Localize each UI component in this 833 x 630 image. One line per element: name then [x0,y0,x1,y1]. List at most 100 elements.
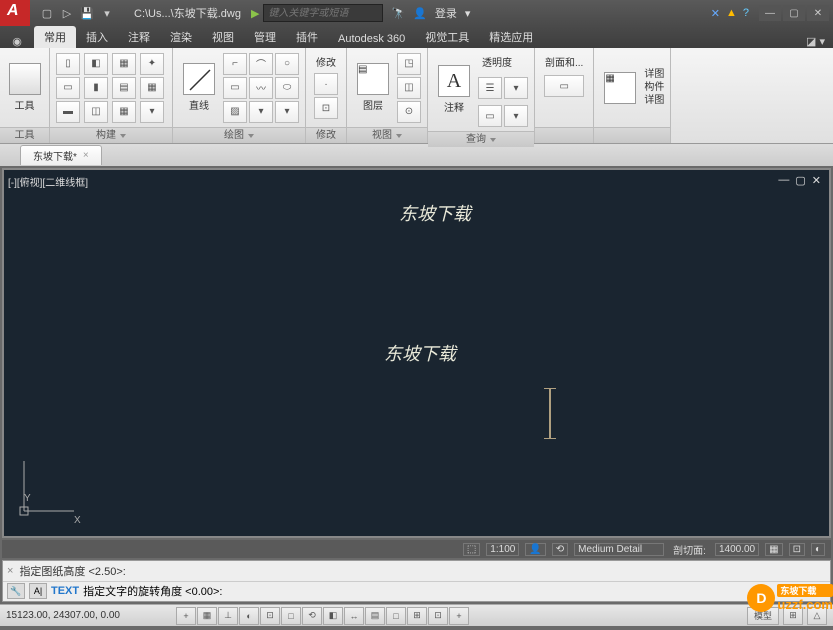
sb-lwt[interactable]: ▤ [365,607,385,625]
sb-otrack[interactable]: ⟲ [302,607,322,625]
detail-button[interactable]: ▦ [600,58,640,118]
tab-manage[interactable]: 管理 [244,26,286,48]
vp-s3[interactable]: ◐ [811,543,825,556]
sb-tpy[interactable]: □ [386,607,406,625]
arc-button[interactable]: ⌒ [249,53,273,75]
roof-button[interactable]: ✦ [140,53,164,75]
close-tab-icon[interactable]: × [83,150,89,161]
a2[interactable]: ▾ [504,77,528,99]
mass-button[interactable]: ▦ [112,101,136,123]
qat-save-icon[interactable]: 💾 [78,4,96,22]
window-button[interactable]: ▦ [112,53,136,75]
v3-button[interactable]: ⊙ [397,101,421,123]
vp-close-icon[interactable]: ✕ [812,174,821,187]
point-button[interactable]: ▾ [249,101,273,123]
tab-render[interactable]: 渲染 [160,26,202,48]
sb-ortho[interactable]: ⊥ [218,607,238,625]
scale-value[interactable]: 1:100 [486,543,519,556]
sb-3dosnap[interactable]: □ [281,607,301,625]
close-button[interactable]: ✕ [807,5,829,21]
stair-button[interactable]: ▤ [112,77,136,99]
ribbon-pin-icon[interactable]: ◉ [0,35,34,48]
tab-plugins[interactable]: 插件 [286,26,328,48]
dropdown-icon[interactable]: ▾ [465,7,471,20]
pline-button[interactable]: ⌐ [223,53,247,75]
tab-apps[interactable]: 精选应用 [479,26,543,48]
qat-open-icon[interactable]: ▷ [58,4,76,22]
tab-common[interactable]: 常用 [34,26,76,48]
ribbon-expand-icon[interactable]: ◪ ▾ [798,35,833,48]
beam-button[interactable]: ▬ [56,101,80,123]
vp-s2[interactable]: ⊡ [789,543,805,556]
a1[interactable]: ☰ [478,77,502,99]
qat-new-icon[interactable]: ▢ [38,4,56,22]
sb-osnap[interactable]: ⊡ [260,607,280,625]
login-link[interactable]: 登录 [435,5,457,21]
help-icon[interactable]: ? [743,7,749,19]
sb-grid[interactable]: ▦ [197,607,217,625]
copy-button[interactable]: ⊡ [314,97,338,119]
tools-button[interactable]: 工具 [6,58,43,118]
tab-view[interactable]: 视图 [202,26,244,48]
tab-a360[interactable]: Autodesk 360 [328,30,415,48]
polygon-button[interactable]: ▾ [275,101,299,123]
sb-dyn[interactable]: ↔ [344,607,364,625]
sec-btn[interactable]: ▭ [544,75,584,97]
circle-button[interactable]: ○ [275,53,299,75]
section-value[interactable]: 1400.00 [715,543,759,556]
vp-maximize-icon[interactable]: ▢ [795,174,805,187]
cmd-close-icon[interactable]: × [7,565,13,577]
line-button[interactable]: 直线 [179,58,219,118]
search-input[interactable] [263,4,383,22]
column-button[interactable]: ▮ [84,77,108,99]
slab-button[interactable]: ▭ [56,77,80,99]
annotate-button[interactable]: A注释 [434,60,474,120]
scale-icon[interactable]: ⬚ [463,543,480,556]
play-icon[interactable]: ▶ [251,7,259,20]
v2-button[interactable]: ◫ [397,77,421,99]
vp-s1[interactable]: ▦ [765,543,782,556]
command-input-line[interactable]: 🔧 A| TEXT 指定文字的旋转角度 <0.00>: [3,582,830,602]
exchange-icon[interactable]: ✕ [711,7,720,20]
viewport-label[interactable]: [-][俯视][二维线框] [8,174,88,189]
app-menu-icon[interactable] [0,0,30,26]
cmd-tool-icon[interactable]: 🔧 [7,583,25,599]
minimize-button[interactable]: — [759,5,781,21]
ellipse-button[interactable]: ⬭ [275,77,299,99]
grid-button[interactable]: ▦ [140,77,164,99]
wall-button[interactable]: ▯ [56,53,80,75]
door-button[interactable]: ◧ [84,53,108,75]
user-icon[interactable]: 👤 [413,7,427,20]
sb-am[interactable]: + [449,607,469,625]
nav-icon[interactable]: ⟲ [552,543,568,556]
a3[interactable]: ▭ [478,105,502,127]
vp-minimize-icon[interactable]: — [778,174,789,187]
mirror-button[interactable]: · [314,73,338,95]
hatch-button[interactable]: ▨ [223,101,247,123]
more-button[interactable]: ▾ [140,101,164,123]
sb-snap[interactable]: + [176,607,196,625]
viewport[interactable]: [-][俯视][二维线框] — ▢ ✕ 东坡下载 东坡下载 Y X [2,168,831,538]
modify-button[interactable]: 修改 [312,52,340,71]
brace-button[interactable]: ◫ [84,101,108,123]
transparency-button[interactable]: 透明度 [478,52,528,71]
sb-polar[interactable]: ◐ [239,607,259,625]
rect-button[interactable]: ▭ [223,77,247,99]
v1-button[interactable]: ◳ [397,53,421,75]
spline-button[interactable]: 〰 [249,77,273,99]
a4[interactable]: ▾ [504,105,528,127]
cart-icon[interactable]: ▲ [726,7,737,19]
sb-ducs[interactable]: ◧ [323,607,343,625]
binoculars-icon[interactable]: 🔭 [391,7,405,20]
people-icon[interactable]: 👤 [525,543,545,556]
sb-sc[interactable]: ⊡ [428,607,448,625]
detail-level[interactable]: Medium Detail [574,543,664,556]
qat-dropdown-icon[interactable]: ▾ [98,4,116,22]
tab-insert[interactable]: 插入 [76,26,118,48]
layer-button[interactable]: ▤图层 [353,58,393,118]
tab-visual[interactable]: 视觉工具 [415,26,479,48]
maximize-button[interactable]: ▢ [783,5,805,21]
section-button[interactable]: 剖面和... [541,52,587,71]
sb-qp[interactable]: ⊞ [407,607,427,625]
tab-annotate[interactable]: 注释 [118,26,160,48]
